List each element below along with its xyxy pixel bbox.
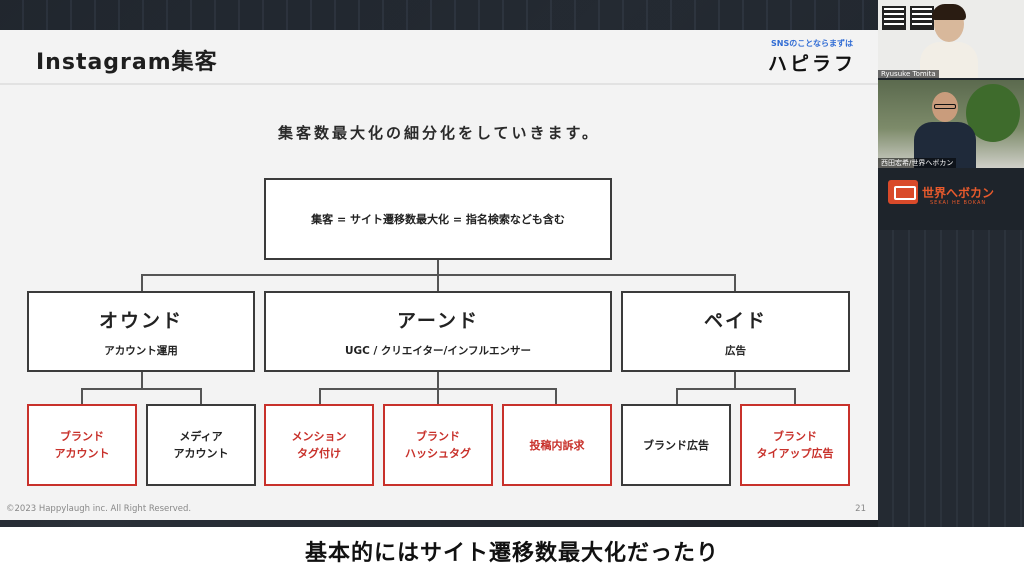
connector	[319, 388, 321, 404]
leaf-line1: ブランド広告	[643, 438, 709, 452]
category-paid: ペイド 広告	[621, 291, 850, 372]
connector	[676, 388, 678, 404]
connector	[555, 388, 557, 404]
category-desc: 広告	[725, 344, 746, 357]
leaf-line1: ブランド	[60, 430, 104, 443]
participant-avatar	[918, 4, 978, 78]
leaf-mention-tag: メンション タグ付け	[264, 404, 374, 486]
slide-title: Instagram集客	[36, 50, 218, 75]
connector	[200, 388, 202, 404]
participant-panel: Ryusuke Tomita 西田宏希/世界へボカン 世界へボカン SEKAI …	[878, 0, 1024, 527]
brand-logo: SNSのことならまずは ハピラフ	[768, 38, 856, 76]
leaf-in-post-appeal: 投稿内訴求	[502, 404, 612, 486]
category-title: アーンド	[397, 309, 479, 332]
leaf-line1: メディア	[179, 430, 223, 443]
leaf-brand-account: ブランド アカウント	[27, 404, 137, 486]
leaf-line1: ブランド	[773, 430, 817, 443]
leaf-line2: タグ付け	[297, 447, 341, 460]
category-earned: アーンド UGC / クリエイター/インフルエンサー	[264, 291, 612, 372]
subtitle-caption: 基本的にはサイト遷移数最大化だったり	[0, 527, 1024, 580]
logo-text: 世界へボカン	[922, 185, 995, 200]
participant-name: 西田宏希/世界へボカン	[878, 158, 957, 168]
copyright: ©2023 Happylaugh inc. All Right Reserved…	[6, 504, 192, 514]
bokan-icon	[888, 180, 918, 204]
connector	[319, 388, 557, 390]
leaf-brand-ad: ブランド広告	[621, 404, 731, 486]
connector	[437, 274, 439, 291]
connector	[141, 372, 143, 388]
category-owned: オウンド アカウント運用	[27, 291, 255, 372]
leaf-line1: メンション	[291, 430, 347, 443]
root-box: 集客 = サイト遷移数最大化 = 指名検索なども含む	[264, 178, 612, 260]
leaf-line2: アカウント	[173, 447, 229, 460]
leaf-brand-tieup-ad: ブランド タイアップ広告	[740, 404, 850, 486]
brand-tagline: SNSのことならまずは	[771, 39, 853, 48]
participant-video-1[interactable]: Ryusuke Tomita	[878, 0, 1024, 78]
city-background	[878, 230, 1024, 527]
connector	[437, 260, 439, 274]
leaf-line1: 投稿内訴求	[529, 438, 585, 452]
slide-subtitle: 集客数最大化の細分化をしていきます。	[277, 124, 601, 142]
logo-subtext: SEKAI HE BOKAN	[930, 200, 987, 206]
category-desc: UGC / クリエイター/インフルエンサー	[344, 344, 532, 357]
glasses	[934, 104, 956, 109]
connector	[734, 274, 736, 291]
root-label: 集客 = サイト遷移数最大化 = 指名検索なども含む	[311, 213, 565, 226]
leaf-media-account: メディア アカウント	[146, 404, 256, 486]
page-number: 21	[855, 504, 866, 514]
participant-video-2[interactable]: 西田宏希/世界へボカン	[878, 80, 1024, 168]
leaf-line1: ブランド	[416, 430, 460, 443]
leaf-brand-hashtag: ブランド ハッシュタグ	[383, 404, 493, 486]
connector	[141, 274, 143, 291]
category-title: オウンド	[98, 309, 183, 332]
category-desc: アカウント運用	[104, 344, 178, 357]
connector	[794, 388, 796, 404]
category-title: ペイド	[703, 309, 767, 332]
connector	[676, 388, 796, 390]
connector	[81, 388, 83, 404]
participant-name: Ryusuke Tomita	[878, 70, 939, 78]
connector	[734, 372, 736, 388]
leaf-line2: タイアップ広告	[756, 447, 834, 460]
connector	[81, 388, 202, 390]
leaf-line2: ハッシュタグ	[405, 447, 471, 460]
title-divider	[0, 83, 878, 85]
qr-code-icon	[882, 6, 906, 30]
presentation-slide: Instagram集客 SNSのことならまずは ハピラフ 集客数最大化の細分化を…	[0, 30, 878, 520]
brand-name: ハピラフ	[767, 53, 856, 75]
leaf-line2: アカウント	[54, 447, 110, 460]
